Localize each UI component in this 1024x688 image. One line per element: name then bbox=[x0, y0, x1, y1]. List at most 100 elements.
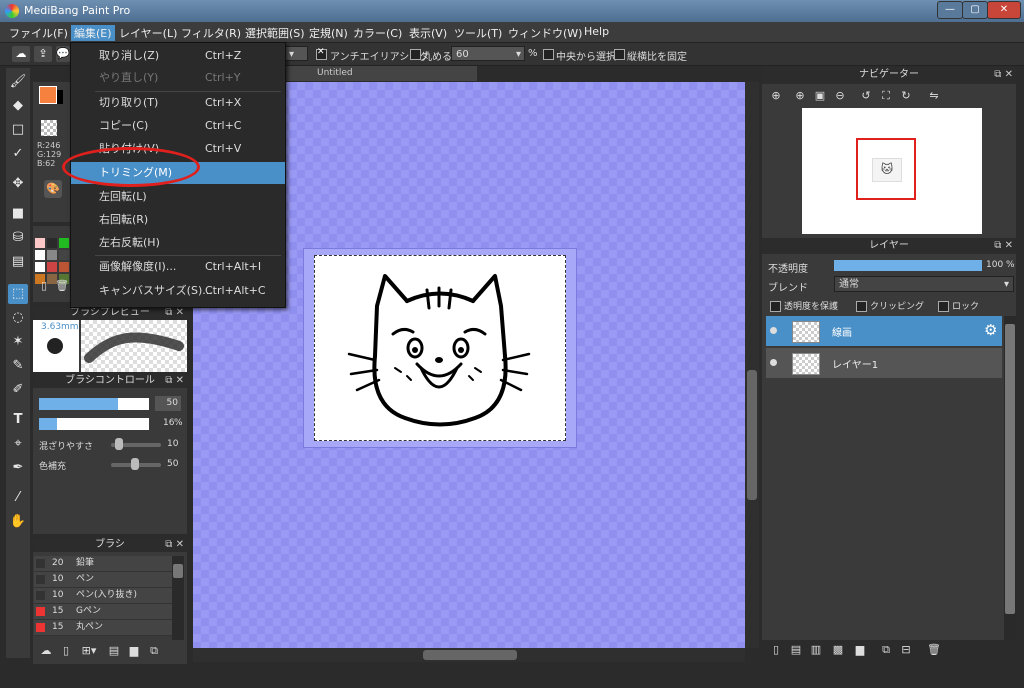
fill-slider-handle[interactable] bbox=[131, 458, 139, 470]
mix-slider-handle[interactable] bbox=[115, 438, 123, 450]
palette-swatch[interactable] bbox=[59, 262, 69, 272]
brush-size-slider[interactable] bbox=[39, 398, 149, 410]
fit-window-icon[interactable]: ⛶ bbox=[878, 88, 894, 104]
palette-swatch[interactable] bbox=[59, 250, 69, 260]
cloud-icon[interactable]: ☁ bbox=[12, 46, 30, 62]
panel-popout-close-icon[interactable]: ⧉ ✕ bbox=[994, 238, 1013, 254]
palette-swatch[interactable] bbox=[59, 238, 69, 248]
chat-icon[interactable]: 💬 bbox=[56, 46, 70, 62]
brush-list-scrollbar[interactable] bbox=[172, 556, 184, 640]
brush-list-item[interactable]: 10 ペン(入り抜き) bbox=[34, 588, 172, 604]
cloud-brush-icon[interactable]: ☁ bbox=[38, 643, 54, 659]
text-tool-icon[interactable]: T bbox=[8, 410, 28, 430]
close-button[interactable]: ✕ bbox=[987, 1, 1021, 19]
select-pen-tool-icon[interactable]: ✎ bbox=[8, 356, 28, 376]
menu-edit[interactable]: 編集(E) bbox=[71, 25, 115, 41]
palette-swatch[interactable] bbox=[35, 250, 45, 260]
minimize-button[interactable]: — bbox=[937, 1, 963, 19]
layer-visibility-icon[interactable] bbox=[770, 359, 777, 366]
add-brush-menu-icon[interactable]: ⊞▾ bbox=[78, 643, 100, 659]
share-icon[interactable]: ⇪ bbox=[34, 46, 52, 62]
layer-row-lineart[interactable]: 線画 ⚙ bbox=[766, 316, 1002, 346]
duplicate-layer-icon[interactable]: ⧉ bbox=[878, 642, 894, 658]
zoom-out-icon[interactable]: ⊖ bbox=[832, 88, 848, 104]
menu-file[interactable]: ファイル(F) bbox=[6, 25, 71, 41]
brush-list-item[interactable]: 15 Gペン bbox=[34, 604, 172, 620]
menu-layer[interactable]: レイヤー(L) bbox=[116, 25, 180, 41]
menu-flip-horizontal[interactable]: 左右反転(H) bbox=[71, 232, 285, 254]
zoom-in-icon[interactable]: ⊕ bbox=[792, 88, 808, 104]
delete-palette-icon[interactable]: 🗑 bbox=[54, 278, 70, 294]
brush-list-item[interactable]: 10 ペン bbox=[34, 572, 172, 588]
brush-list-item[interactable]: 15 丸ペン bbox=[34, 620, 172, 636]
new-color-layer-icon[interactable]: ▤ bbox=[788, 642, 804, 658]
navigator-preview[interactable]: 🐱 bbox=[802, 108, 982, 234]
new-palette-icon[interactable]: ▯ bbox=[36, 278, 52, 294]
new-halftone-layer-icon[interactable]: ▥ bbox=[808, 642, 824, 658]
actual-size-icon[interactable]: ▣ bbox=[812, 88, 828, 104]
layer-settings-gear-icon[interactable]: ⚙ bbox=[984, 321, 997, 339]
divide-tool-icon[interactable]: ✒ bbox=[8, 458, 28, 478]
magic-wand-tool-icon[interactable]: ✶ bbox=[8, 332, 28, 352]
from-center-checkbox[interactable] bbox=[543, 49, 554, 60]
layer-opacity-slider[interactable] bbox=[834, 260, 982, 271]
layer-visibility-icon[interactable] bbox=[770, 327, 777, 334]
hand-tool-icon[interactable]: ✋ bbox=[8, 512, 28, 532]
menu-rotate-left[interactable]: 左回転(L) bbox=[71, 186, 285, 208]
rotate-right-icon[interactable]: ↻ bbox=[898, 88, 914, 104]
shape-tool-icon[interactable]: □ bbox=[8, 120, 28, 140]
menu-canvas-size[interactable]: キャンバスサイズ(S)... Ctrl+Alt+C bbox=[71, 280, 285, 302]
rect-select-tool-icon[interactable]: ⬚ bbox=[8, 284, 28, 304]
brush-size-value[interactable]: 50 bbox=[155, 396, 181, 411]
rotate-left-icon[interactable]: ↺ bbox=[858, 88, 874, 104]
fixed-ratio-checkbox[interactable] bbox=[614, 49, 625, 60]
lock-checkbox[interactable] bbox=[938, 301, 949, 312]
tool-mode-select[interactable]: ▾ bbox=[284, 46, 308, 61]
new-tone-layer-icon[interactable]: ▩ bbox=[830, 642, 846, 658]
palette-swatch[interactable] bbox=[35, 238, 45, 248]
menu-selection[interactable]: 選択範囲(S) bbox=[242, 25, 308, 41]
palette-swatch[interactable] bbox=[47, 238, 57, 248]
select-eraser-tool-icon[interactable]: ✐ bbox=[8, 380, 28, 400]
menu-ruler[interactable]: 定規(N) bbox=[306, 25, 351, 41]
menu-rotate-right[interactable]: 右回転(R) bbox=[71, 209, 285, 231]
delete-layer-icon[interactable]: 🗑 bbox=[926, 642, 942, 658]
bucket-tool-icon[interactable]: ⛁ bbox=[8, 228, 28, 248]
fill-rect-tool-icon[interactable]: ■ bbox=[8, 204, 28, 224]
gradient-tool-icon[interactable]: ▤ bbox=[8, 252, 28, 272]
menu-image-resolution[interactable]: 画像解像度(I)... Ctrl+Alt+I bbox=[71, 256, 285, 278]
round-value-select[interactable]: 60 ▾ bbox=[451, 46, 525, 61]
layer-folder-icon[interactable]: ▆ bbox=[852, 642, 868, 658]
brush-tool-icon[interactable]: 🖌 bbox=[8, 72, 28, 92]
clipping-checkbox[interactable] bbox=[856, 301, 867, 312]
merge-layer-icon[interactable]: ⊟ bbox=[898, 642, 914, 658]
canvas-horizontal-scrollbar[interactable] bbox=[193, 648, 745, 662]
menu-filter[interactable]: フィルタ(R) bbox=[178, 25, 244, 41]
brush-list-item[interactable]: 20 鉛筆 bbox=[34, 556, 172, 572]
duplicate-brush-icon[interactable]: ⧉ bbox=[146, 643, 162, 659]
panel-popout-close-icon[interactable]: ⧉ ✕ bbox=[165, 374, 184, 388]
maximize-button[interactable]: ▢ bbox=[962, 1, 988, 19]
zoom-fit-icon[interactable]: ⊕ bbox=[768, 88, 784, 104]
protect-alpha-checkbox[interactable] bbox=[770, 301, 781, 312]
menu-color[interactable]: カラー(C) bbox=[350, 25, 405, 41]
menu-window[interactable]: ウィンドウ(W) bbox=[505, 25, 585, 41]
panel-popout-close-icon[interactable]: ⧉ ✕ bbox=[165, 306, 184, 320]
layer-row-layer1[interactable]: レイヤー1 bbox=[766, 348, 1002, 378]
canvas-hscroll-thumb[interactable] bbox=[423, 650, 517, 660]
brush-folder-icon[interactable]: ▆ bbox=[126, 643, 142, 659]
palette-swatch[interactable] bbox=[47, 262, 57, 272]
panel-popout-close-icon[interactable]: ⧉ ✕ bbox=[994, 66, 1013, 84]
round-checkbox[interactable] bbox=[410, 49, 421, 60]
menu-view[interactable]: 表示(V) bbox=[406, 25, 450, 41]
eyedropper-tool-icon[interactable]: ⁄ bbox=[8, 488, 28, 508]
operation-tool-icon[interactable]: ⌖ bbox=[8, 434, 28, 454]
canvas-vscroll-thumb[interactable] bbox=[747, 370, 757, 500]
palette-swatch[interactable] bbox=[35, 262, 45, 272]
palette-icon[interactable]: 🎨 bbox=[44, 180, 62, 198]
line-tool-icon[interactable]: ✓ bbox=[8, 144, 28, 164]
menu-tool[interactable]: ツール(T) bbox=[451, 25, 505, 41]
flip-horizontal-icon[interactable]: ⇋ bbox=[926, 88, 942, 104]
menu-cut[interactable]: 切り取り(T) Ctrl+X bbox=[71, 92, 285, 114]
panel-popout-close-icon[interactable]: ⧉ ✕ bbox=[165, 538, 184, 552]
